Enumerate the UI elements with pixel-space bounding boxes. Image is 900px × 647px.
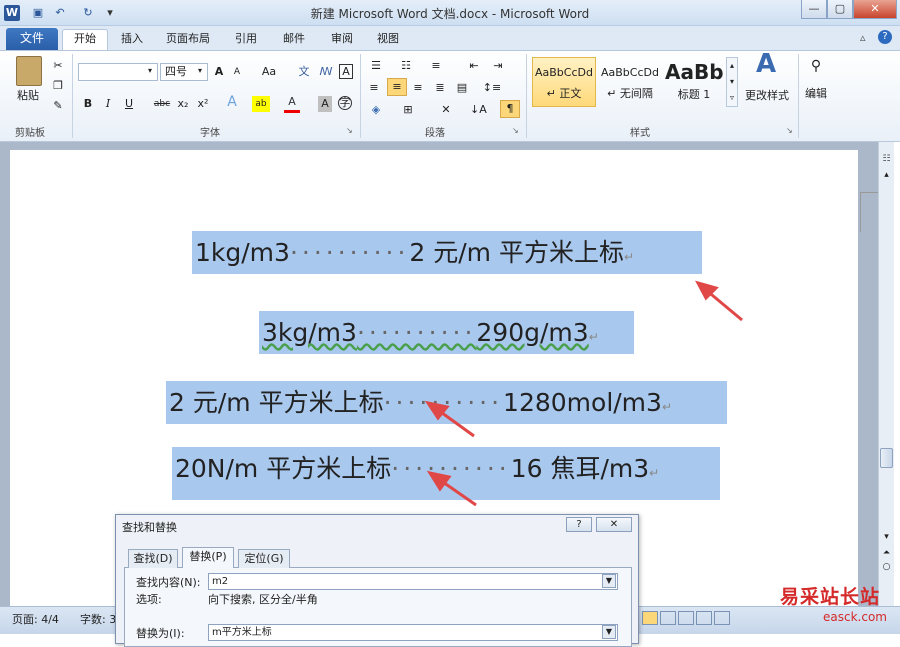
chevron-down-icon[interactable]: ▼ (602, 625, 616, 639)
tab-goto[interactable]: 定位(G) (238, 549, 290, 568)
vertical-scrollbar[interactable]: ☷ ▴ ▾ ⏶ ○ (878, 142, 894, 606)
tab-replace[interactable]: 替换(P) (182, 547, 234, 568)
scroll-up-icon[interactable]: ▴ (880, 170, 893, 182)
dialog-close-button[interactable]: ✕ (596, 517, 632, 532)
watermark-logo: 易采站长站 (780, 586, 881, 608)
options-value: 向下搜索, 区分全/半角 (208, 593, 318, 606)
find-replace-dialog[interactable]: 查找和替换 ? ✕ 查找(D) 替换(P) 定位(G) 查找内容(N): m2 … (115, 514, 639, 647)
arrow-1 (695, 280, 743, 322)
replace-with-input[interactable]: m平方米上标 (208, 624, 618, 641)
page-count[interactable]: 页面: 4/4 (12, 611, 59, 627)
options-label: 选项: (136, 593, 162, 606)
find-what-input[interactable]: m2 (208, 573, 618, 590)
replace-with-label: 替换为(I): (136, 627, 185, 640)
find-what-label: 查找内容(N): (136, 576, 201, 589)
dialog-help-button[interactable]: ? (566, 517, 592, 532)
scroll-down-icon[interactable]: ▾ (880, 532, 893, 544)
previous-page-icon[interactable]: ⏶ (880, 548, 893, 560)
scroll-thumb[interactable] (880, 448, 893, 468)
ruler-toggle-icon[interactable]: ☷ (880, 154, 893, 166)
view-buttons[interactable] (642, 611, 772, 627)
dialog-title: 查找和替换 (122, 521, 177, 534)
select-browse-object-icon[interactable]: ○ (880, 562, 893, 574)
chevron-down-icon[interactable]: ▼ (602, 574, 616, 588)
watermark-url: easck.com (823, 610, 887, 624)
arrow-2 (424, 400, 475, 438)
tab-find[interactable]: 查找(D) (128, 549, 178, 568)
arrow-3 (426, 470, 477, 507)
